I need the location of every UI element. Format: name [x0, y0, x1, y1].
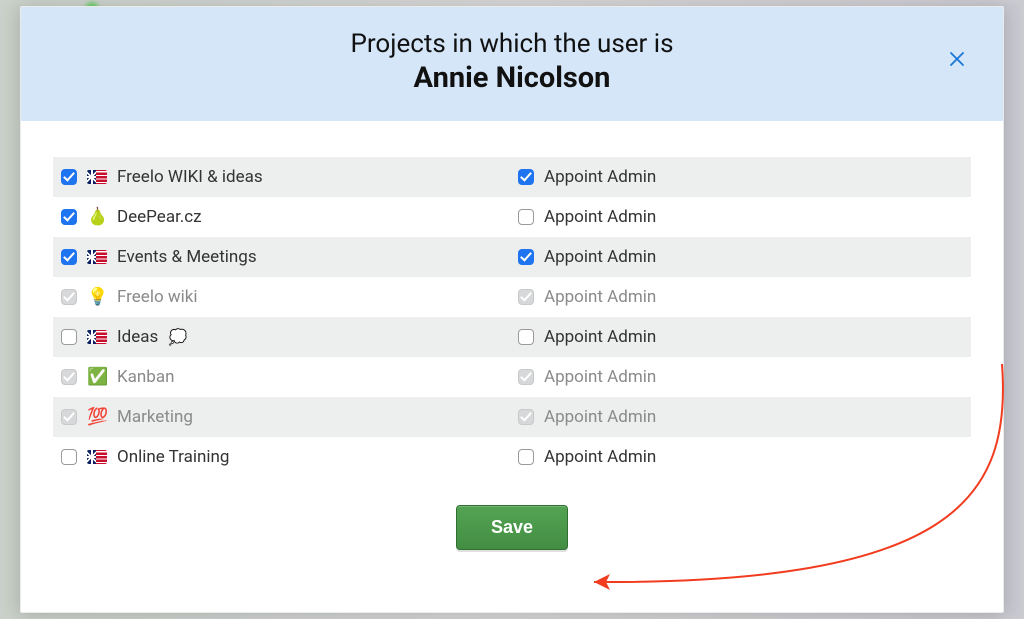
pear-icon: 🍐 [87, 209, 107, 226]
project-name: Kanban [117, 367, 174, 387]
close-icon [948, 50, 966, 68]
project-cell: 🍐 DeePear.cz [53, 197, 512, 237]
project-cell: Events & Meetings [53, 237, 512, 277]
project-row: Events & Meetings Appoint Admin [53, 237, 971, 277]
project-name: Freelo WIKI & ideas [117, 167, 263, 187]
project-row: Online Training Appoint Admin [53, 437, 971, 477]
project-cell: 💯 Marketing [53, 397, 512, 437]
admin-label: Appoint Admin [544, 447, 656, 467]
member-checkbox[interactable] [61, 449, 77, 465]
project-cell: Online Training [53, 437, 512, 477]
bulb-icon: 💡 [87, 289, 107, 306]
project-rows: Freelo WIKI & ideas Appoint Admin 🍐 DeePear… [53, 157, 971, 477]
modal-header: Projects in which the user is Annie Nico… [21, 7, 1003, 121]
project-row: 💡 Freelo wiki Appoint Admin [53, 277, 971, 317]
member-checkbox[interactable] [61, 249, 77, 265]
admin-label: Appoint Admin [544, 167, 656, 187]
flag-uk-icon [87, 170, 107, 184]
project-name: Freelo wiki [117, 287, 198, 307]
project-name: Marketing [117, 407, 193, 427]
project-name: Ideas [117, 327, 158, 347]
project-name: Online Training [117, 447, 229, 467]
member-checkbox[interactable] [61, 209, 77, 225]
project-row: 🍐 DeePear.cz Appoint Admin [53, 197, 971, 237]
admin-cell: Appoint Admin [512, 397, 971, 437]
project-cell: 💡 Freelo wiki [53, 277, 512, 317]
admin-cell: Appoint Admin [512, 197, 971, 237]
project-row: Freelo WIKI & ideas Appoint Admin [53, 157, 971, 197]
admin-cell: Appoint Admin [512, 437, 971, 477]
admin-cell: Appoint Admin [512, 357, 971, 397]
modal-title-line2: Annie Nicolson [51, 61, 973, 95]
admin-checkbox[interactable] [518, 209, 534, 225]
admin-label: Appoint Admin [544, 247, 656, 267]
modal-footer: Save [53, 477, 971, 584]
project-row: 💯 Marketing Appoint Admin [53, 397, 971, 437]
project-cell: Ideas 💭 [53, 317, 512, 357]
project-name: Events & Meetings [117, 247, 257, 267]
admin-cell: Appoint Admin [512, 277, 971, 317]
flag-uk-icon [87, 330, 107, 344]
hundred-icon: 💯 [87, 409, 107, 426]
admin-label: Appoint Admin [544, 287, 656, 307]
save-button[interactable]: Save [456, 505, 568, 550]
member-checkbox [61, 409, 77, 425]
cloud-icon: 💭 [168, 330, 188, 345]
project-membership-modal: Projects in which the user is Annie Nico… [20, 6, 1004, 613]
admin-checkbox[interactable] [518, 449, 534, 465]
admin-checkbox [518, 369, 534, 385]
admin-checkbox[interactable] [518, 249, 534, 265]
close-button[interactable] [943, 45, 971, 73]
admin-label: Appoint Admin [544, 327, 656, 347]
project-cell: Freelo WIKI & ideas [53, 157, 512, 197]
admin-checkbox [518, 409, 534, 425]
project-row: ✅ Kanban Appoint Admin [53, 357, 971, 397]
admin-label: Appoint Admin [544, 407, 656, 427]
admin-cell: Appoint Admin [512, 237, 971, 277]
admin-label: Appoint Admin [544, 207, 656, 227]
project-cell: ✅ Kanban [53, 357, 512, 397]
check-icon: ✅ [87, 369, 107, 386]
project-name: DeePear.cz [117, 207, 202, 227]
admin-checkbox [518, 289, 534, 305]
modal-title-line1: Projects in which the user is [51, 29, 973, 59]
project-row: Ideas 💭 Appoint Admin [53, 317, 971, 357]
member-checkbox [61, 369, 77, 385]
admin-checkbox[interactable] [518, 329, 534, 345]
admin-cell: Appoint Admin [512, 157, 971, 197]
flag-uk-icon [87, 450, 107, 464]
admin-label: Appoint Admin [544, 367, 656, 387]
member-checkbox[interactable] [61, 169, 77, 185]
admin-checkbox[interactable] [518, 169, 534, 185]
flag-uk-icon [87, 250, 107, 264]
member-checkbox [61, 289, 77, 305]
admin-cell: Appoint Admin [512, 317, 971, 357]
member-checkbox[interactable] [61, 329, 77, 345]
modal-body: Freelo WIKI & ideas Appoint Admin 🍐 DeePear… [21, 121, 1003, 612]
